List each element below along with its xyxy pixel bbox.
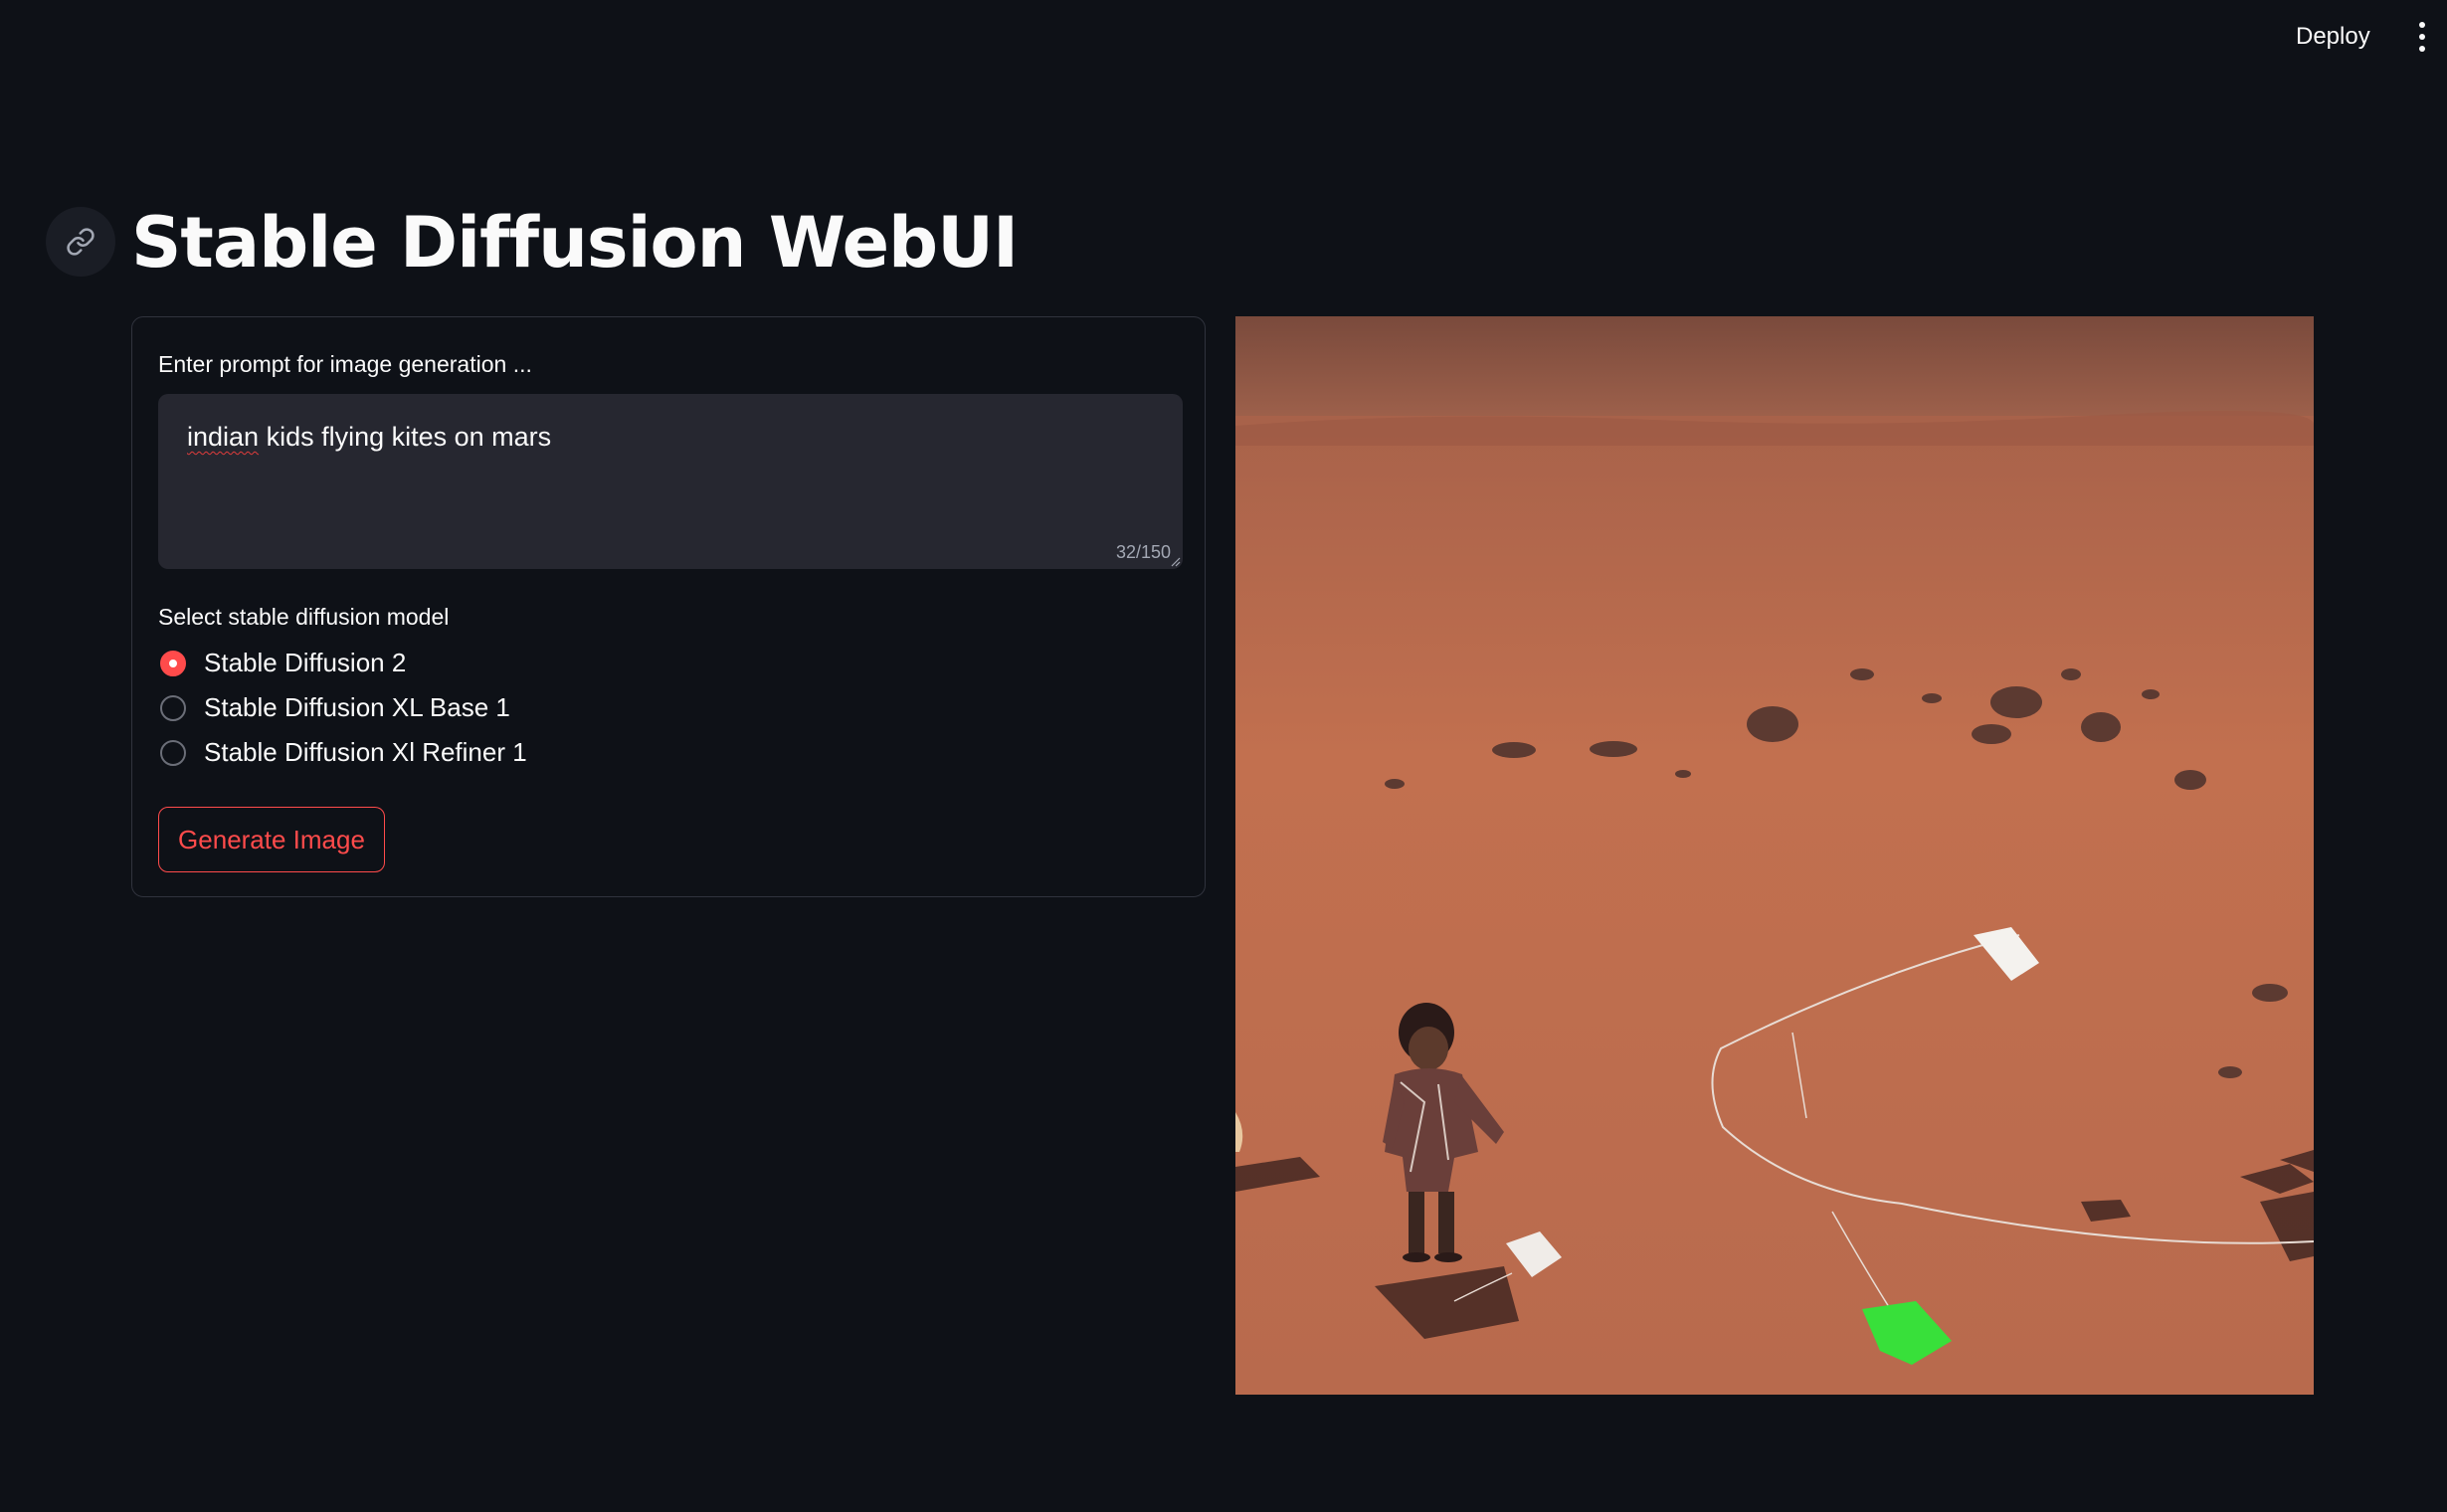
vertical-ellipsis-icon — [2419, 46, 2425, 52]
generated-image — [1235, 316, 2314, 1395]
deploy-button[interactable]: Deploy — [2284, 16, 2382, 58]
header-anchor-link[interactable] — [46, 207, 115, 277]
prompt-textarea[interactable]: indian kids flying kites on mars 32/150 — [158, 394, 1183, 569]
vertical-ellipsis-icon — [2419, 34, 2425, 40]
generation-form: Enter prompt for image generation ... in… — [131, 316, 1206, 897]
radio-unselected-icon — [160, 695, 186, 721]
radio-unselected-icon — [160, 740, 186, 766]
page-title: Stable Diffusion WebUI — [131, 202, 1019, 284]
radio-selected-icon — [160, 651, 186, 676]
top-header: Deploy — [0, 0, 2447, 74]
resize-handle-icon[interactable] — [1169, 555, 1181, 567]
radio-label: Stable Diffusion 2 — [204, 648, 407, 677]
main-menu-button[interactable] — [2411, 20, 2433, 54]
generate-image-button[interactable]: Generate Image — [158, 807, 385, 872]
char-counter: 32/150 — [1115, 542, 1171, 562]
prompt-label: Enter prompt for image generation ... — [158, 351, 532, 377]
prompt-value: indian kids flying kites on mars — [187, 422, 551, 453]
link-icon — [67, 228, 94, 256]
model-select-label: Select stable diffusion model — [158, 604, 450, 630]
radio-label: Stable Diffusion XL Base 1 — [204, 692, 510, 722]
mars-scene-image — [1235, 316, 2314, 1395]
vertical-ellipsis-icon — [2419, 22, 2425, 28]
radio-label: Stable Diffusion Xl Refiner 1 — [204, 737, 527, 767]
prompt-rest: kids flying kites on mars — [259, 422, 552, 452]
spellcheck-word: indian — [187, 422, 260, 452]
